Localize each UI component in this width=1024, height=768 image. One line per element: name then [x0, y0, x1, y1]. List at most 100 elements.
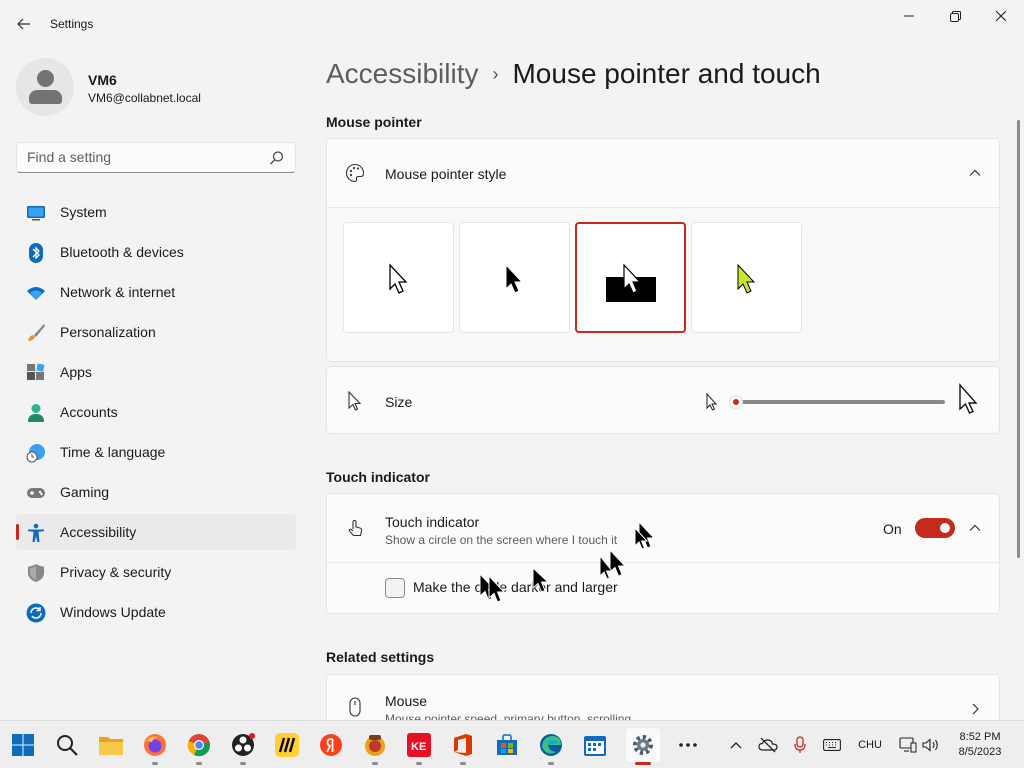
toggle-state-label: On — [883, 521, 902, 537]
taskbar-yandex[interactable] — [316, 730, 346, 760]
apps-icon — [27, 363, 45, 380]
darker-larger-label[interactable]: Make the circle darker and larger — [413, 579, 618, 595]
minimize-button[interactable] — [886, 0, 932, 32]
taskbar-search-button[interactable] — [52, 730, 82, 760]
avatar — [16, 58, 74, 116]
main-scrollbar[interactable] — [1017, 120, 1020, 558]
kaspersky-icon: KE — [407, 733, 431, 757]
keyboard-icon — [823, 739, 841, 751]
size-slider-track[interactable] — [737, 400, 945, 404]
sidebar-item-windows-update[interactable]: Windows Update — [16, 594, 296, 630]
pointer-style-options — [327, 207, 999, 361]
tray-microphone[interactable] — [790, 733, 810, 757]
restore-button[interactable] — [932, 0, 978, 32]
edge-icon — [540, 734, 562, 756]
back-arrow-icon — [17, 18, 30, 30]
taskbar-file-explorer[interactable] — [96, 730, 126, 760]
sidebar-item-label: Gaming — [60, 484, 110, 500]
breadcrumb-parent[interactable]: Accessibility — [326, 58, 478, 90]
tray-language[interactable]: CHU — [852, 733, 888, 757]
chevron-up-icon[interactable] — [967, 165, 983, 181]
clock-time: 8:52 PM — [959, 731, 1001, 743]
inverted-pointer-icon — [606, 263, 656, 302]
sidebar-item-apps[interactable]: Apps — [16, 354, 296, 390]
more-icon — [679, 743, 697, 747]
taskbar-miro[interactable] — [272, 730, 302, 760]
sidebar-item-label: Time & language — [60, 444, 166, 460]
taskbar-edge[interactable] — [536, 730, 566, 760]
chrome-icon — [187, 734, 210, 757]
section-title-related-settings: Related settings — [326, 649, 435, 665]
taskbar-office[interactable] — [448, 730, 478, 760]
search-input[interactable] — [27, 149, 267, 165]
sidebar-item-label: System — [60, 204, 107, 220]
sidebar-item-network[interactable]: Network & internet — [16, 274, 296, 310]
section-title-touch-indicator: Touch indicator — [326, 469, 430, 485]
black-pointer-icon — [505, 263, 524, 294]
touch-icon — [348, 519, 363, 537]
store-icon — [497, 734, 517, 755]
close-button[interactable] — [978, 0, 1024, 32]
sidebar-item-label: Network & internet — [60, 284, 176, 300]
sidebar-item-accounts[interactable]: Accounts — [16, 394, 296, 430]
taskbar-more[interactable] — [673, 730, 703, 760]
taskbar-firefox[interactable] — [140, 730, 170, 760]
tray-onedrive[interactable] — [756, 733, 780, 757]
sidebar-item-personalization[interactable]: Personalization — [16, 314, 296, 350]
pointer-style-inverted[interactable] — [575, 222, 686, 333]
taskbar-obs[interactable] — [228, 730, 258, 760]
touch-indicator-description: Show a circle on the screen where I touc… — [385, 533, 618, 547]
search-box[interactable] — [16, 142, 296, 173]
mouse-pointer-style-label: Mouse pointer style — [385, 166, 507, 182]
taskbar: KE CHU 8:52 PM 8/5/2023 — [0, 720, 1024, 768]
pointer-style-custom[interactable] — [691, 222, 802, 333]
user-profile[interactable]: VM6 VM6@collabnet.local — [16, 58, 296, 118]
taskbar-settings[interactable] — [626, 728, 660, 762]
taskbar-store[interactable] — [492, 730, 522, 760]
large-pointer-icon — [959, 383, 978, 414]
gamepad-icon — [27, 488, 45, 498]
tray-keyboard[interactable] — [820, 733, 844, 757]
start-button[interactable] — [8, 730, 38, 760]
file-explorer-icon — [99, 737, 123, 755]
clock-date: 8/5/2023 — [958, 746, 1002, 758]
tray-network[interactable] — [896, 733, 920, 757]
brush-icon — [28, 324, 45, 341]
taskbar-game-app[interactable] — [360, 730, 390, 760]
show-hidden-icons-button[interactable] — [726, 733, 746, 757]
taskbar-chrome[interactable] — [184, 730, 214, 760]
sidebar-item-gaming[interactable]: Gaming — [16, 474, 296, 510]
close-icon — [996, 11, 1006, 21]
back-button[interactable] — [10, 10, 38, 38]
firefox-icon — [144, 734, 166, 756]
app-title: Settings — [50, 17, 94, 31]
chevron-up-icon[interactable] — [967, 520, 983, 536]
sidebar-item-privacy[interactable]: Privacy & security — [16, 554, 296, 590]
sidebar-item-accessibility[interactable]: Accessibility — [16, 514, 296, 550]
chevron-up-icon — [730, 742, 742, 749]
accounts-icon — [28, 404, 44, 422]
mouse-pointer-style-header[interactable]: Mouse pointer style — [327, 139, 999, 207]
pointer-style-white[interactable] — [343, 222, 454, 333]
clock[interactable]: 8:52 PM 8/5/2023 — [940, 730, 1020, 760]
sidebar-item-label: Bluetooth & devices — [60, 244, 184, 260]
title-bar: Settings — [0, 0, 1024, 48]
sidebar-item-bluetooth[interactable]: Bluetooth & devices — [16, 234, 296, 270]
page-title: Mouse pointer and touch — [512, 58, 821, 89]
sidebar-item-time-language[interactable]: Time & language — [16, 434, 296, 470]
size-slider-thumb[interactable] — [729, 395, 743, 409]
breadcrumb-separator: › — [492, 63, 499, 84]
custom-pointer-icon — [737, 263, 756, 294]
search-icon[interactable] — [269, 150, 285, 166]
tray-volume[interactable] — [920, 733, 942, 757]
touch-indicator-toggle[interactable] — [915, 518, 955, 538]
accessibility-icon — [28, 523, 44, 542]
darker-larger-checkbox[interactable] — [385, 578, 405, 598]
size-label: Size — [385, 394, 413, 410]
calendar-icon — [584, 736, 606, 756]
cloud-off-icon — [758, 737, 778, 753]
taskbar-calendar[interactable] — [580, 730, 610, 760]
taskbar-kaspersky[interactable]: KE — [404, 730, 434, 760]
sidebar-item-system[interactable]: System — [16, 194, 296, 230]
pointer-style-black[interactable] — [459, 222, 570, 333]
